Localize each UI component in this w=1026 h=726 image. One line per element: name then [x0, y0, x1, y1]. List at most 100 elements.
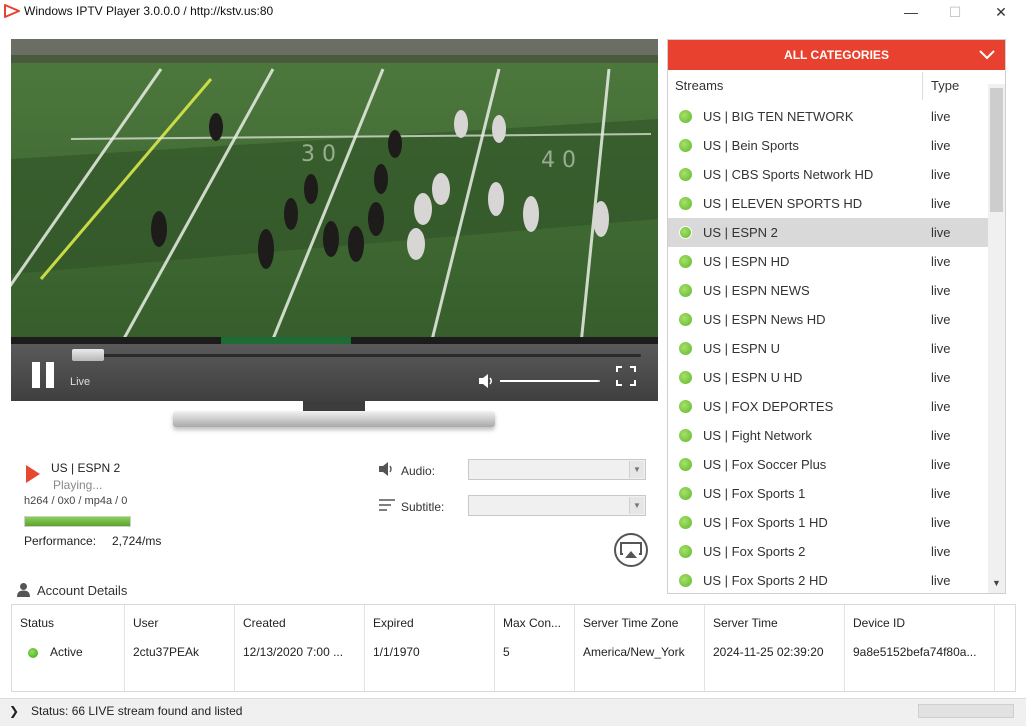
- pause-bar-left: [32, 362, 40, 388]
- account-col-expired: Expired 1/1/1970: [365, 605, 495, 691]
- stream-row[interactable]: US | Fox Sports 2 HD live: [668, 566, 988, 593]
- live-status-icon: [679, 400, 692, 413]
- pause-bar-right: [46, 362, 54, 388]
- stream-row[interactable]: US | Fox Sports 1 HD live: [668, 508, 988, 537]
- account-header-server-time: Server Time: [713, 616, 778, 630]
- stream-name: US | ESPN 2: [703, 225, 778, 240]
- performance-value: 2,724/ms: [112, 534, 162, 548]
- live-status-icon: [679, 255, 692, 268]
- live-status-icon: [679, 110, 692, 123]
- subtitle-select[interactable]: ▼: [468, 495, 646, 516]
- stream-type: live: [931, 138, 951, 153]
- audio-select[interactable]: ▼: [468, 459, 646, 480]
- stream-type: live: [931, 486, 951, 501]
- seek-bar[interactable]: [73, 354, 641, 357]
- live-status-icon: [679, 516, 692, 529]
- account-header-user: User: [133, 616, 159, 630]
- account-details-title: Account Details: [37, 583, 128, 598]
- now-playing-icon: [26, 465, 40, 483]
- category-dropdown[interactable]: ALL CATEGORIES: [668, 40, 1005, 70]
- account-timezone-value: America/New_York: [583, 645, 685, 659]
- account-header-timezone: Server Time Zone: [583, 616, 679, 630]
- stream-name: US | ESPN NEWS: [703, 283, 810, 298]
- fullscreen-icon[interactable]: [616, 366, 636, 386]
- live-status-icon: [679, 168, 692, 181]
- stream-row[interactable]: US | Fight Network live: [668, 421, 988, 450]
- chevron-down-icon[interactable]: [979, 48, 995, 62]
- video-frame[interactable]: 3 0 4 0: [11, 39, 658, 344]
- minimize-button[interactable]: —: [888, 0, 934, 24]
- volume-icon[interactable]: [478, 373, 496, 389]
- account-header-device-id: Device ID: [853, 616, 906, 630]
- account-header-created: Created: [243, 616, 286, 630]
- live-status-icon: [679, 342, 692, 355]
- active-status-icon: [28, 648, 38, 658]
- maximize-button[interactable]: ☐: [932, 0, 978, 24]
- stream-name: US | ESPN U HD: [703, 370, 803, 385]
- live-status-icon: [679, 313, 692, 326]
- status-text: Status: 66 LIVE stream found and listed: [31, 704, 243, 718]
- account-status-value: Active: [50, 645, 83, 659]
- stream-type: live: [931, 254, 951, 269]
- stream-row[interactable]: US | ESPN 2 live: [668, 218, 988, 247]
- codec-info: h264 / 0x0 / mp4a / 0: [24, 495, 128, 507]
- account-col-user: User 2ctu37PEAk: [125, 605, 235, 691]
- account-table: Status Active User 2ctu37PEAk Created 12…: [11, 604, 1016, 692]
- status-bar: ❯ Status: 66 LIVE stream found and liste…: [0, 698, 1026, 726]
- stream-name: US | Bein Sports: [703, 138, 799, 153]
- stream-row[interactable]: US | Fox Sports 1 live: [668, 479, 988, 508]
- streams-scrollbar[interactable]: ▼: [988, 84, 1005, 593]
- account-col-status: Status Active: [12, 605, 125, 691]
- stream-type: live: [931, 399, 951, 414]
- column-header-type[interactable]: Type: [931, 70, 991, 100]
- stream-type: live: [931, 283, 951, 298]
- chevron-right-icon[interactable]: ❯: [9, 704, 19, 718]
- stream-row[interactable]: US | Bein Sports live: [668, 131, 988, 160]
- stream-row[interactable]: US | ESPN HD live: [668, 247, 988, 276]
- performance-bar: [24, 516, 131, 527]
- stream-name: US | Fox Sports 2: [703, 544, 806, 559]
- seek-handle[interactable]: [72, 349, 104, 361]
- stream-row[interactable]: US | ESPN NEWS live: [668, 276, 988, 305]
- stream-row[interactable]: US | ESPN U live: [668, 334, 988, 363]
- stream-row[interactable]: US | Fox Sports 2 live: [668, 537, 988, 566]
- column-divider: [922, 72, 923, 100]
- live-status-icon: [679, 371, 692, 384]
- stream-name: US | ESPN HD: [703, 254, 790, 269]
- now-playing-status: Playing...: [53, 478, 103, 492]
- stream-row[interactable]: US | ESPN News HD live: [668, 305, 988, 334]
- stream-row[interactable]: US | CBS Sports Network HD live: [668, 160, 988, 189]
- airplay-icon: [620, 542, 642, 558]
- scrollbar-thumb[interactable]: [990, 88, 1003, 212]
- svg-text:3 0: 3 0: [301, 142, 336, 167]
- speaker-icon: [379, 462, 392, 476]
- live-label: Live: [70, 376, 91, 388]
- stream-row[interactable]: US | ELEVEN SPORTS HD live: [668, 189, 988, 218]
- volume-slider[interactable]: [500, 380, 600, 382]
- live-status-icon: [679, 226, 692, 239]
- streams-list: US | BIG TEN NETWORK live US | Bein Sports…: [668, 102, 988, 593]
- performance-label: Performance:: [24, 534, 97, 548]
- stream-name: US | Fox Sports 1: [703, 486, 806, 501]
- live-status-icon: [679, 197, 692, 210]
- account-max-connections-value: 5: [503, 645, 510, 659]
- stream-row[interactable]: US | ESPN U HD live: [668, 363, 988, 392]
- account-created-value: 12/13/2020 7:00 ...: [243, 645, 344, 659]
- column-header-streams[interactable]: Streams: [675, 70, 922, 100]
- close-button[interactable]: ✕: [978, 0, 1024, 24]
- stream-name: US | BIG TEN NETWORK: [703, 109, 854, 124]
- stream-row[interactable]: US | Fox Soccer Plus live: [668, 450, 988, 479]
- account-header-status: Status: [20, 616, 55, 630]
- stream-type: live: [931, 544, 951, 559]
- stream-name: US | Fox Sports 2 HD: [703, 573, 828, 588]
- airplay-button[interactable]: [614, 533, 648, 567]
- live-status-icon: [679, 487, 692, 500]
- chevron-down-icon[interactable]: ▼: [629, 461, 644, 478]
- account-col-device-id: Device ID 9a8e5152befa74f80a...: [845, 605, 995, 691]
- account-col-server-time: Server Time 2024-11-25 02:39:20: [705, 605, 845, 691]
- stream-row[interactable]: US | BIG TEN NETWORK live: [668, 102, 988, 131]
- scroll-down-icon[interactable]: ▼: [988, 578, 1005, 592]
- pause-button[interactable]: [31, 362, 57, 388]
- chevron-down-icon[interactable]: ▼: [629, 497, 644, 514]
- stream-row[interactable]: US | FOX DEPORTES live: [668, 392, 988, 421]
